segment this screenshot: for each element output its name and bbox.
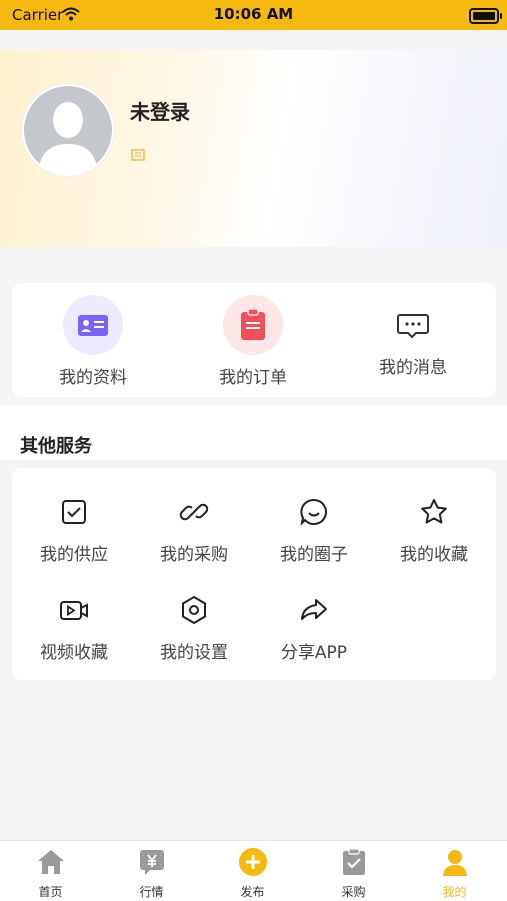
tab-market-label: 行情 — [139, 885, 164, 899]
service-item-video-favorites-label: 视频收藏 — [40, 643, 108, 663]
quick-item-orders-label: 我的订单 — [219, 368, 287, 388]
service-item-share-label: 分享APP — [280, 643, 348, 663]
avatar[interactable] — [22, 84, 114, 176]
service-item-settings-label: 我的设置 — [160, 643, 228, 663]
login-status-name[interactable]: 未登录 — [130, 96, 190, 125]
tab-mine-label: 我的 — [442, 885, 467, 899]
service-item-supply-label: 我的供应 — [40, 545, 108, 565]
settings-hex-icon — [182, 595, 206, 625]
home-icon — [37, 850, 64, 874]
service-item-favorites-label: 我的收藏 — [400, 545, 468, 565]
battery-icon — [469, 8, 502, 24]
tab-purchase-label: 采购 — [341, 885, 366, 899]
quick-item-orders[interactable]: 我的订单 — [173, 295, 333, 388]
tab-home-label: 首页 — [38, 885, 63, 899]
share-arrow-icon — [301, 599, 327, 620]
quick-item-messages[interactable]: 我的消息 — [333, 295, 493, 378]
tab-home[interactable]: 首页 — [0, 847, 101, 900]
market-yen-icon — [139, 850, 164, 875]
purchase-clipboard-icon — [342, 848, 365, 875]
chat-bubble-icon — [383, 295, 443, 355]
service-item-supply[interactable]: 我的供应 — [14, 496, 134, 565]
status-bar: Carrier 10:06 AM — [0, 0, 507, 30]
link-icon — [179, 503, 209, 521]
publish-plus-icon — [238, 848, 267, 876]
user-icon — [442, 850, 467, 876]
tab-bar: 首页 行情 发布 采购 我的 — [0, 840, 507, 901]
quick-item-messages-label: 我的消息 — [379, 358, 447, 378]
services-card: 我的供应 我的采购 我的圈子 我的收藏 视频收藏 我的设置 分享APP — [12, 468, 496, 680]
video-icon — [60, 601, 88, 620]
service-item-purchase[interactable]: 我的采购 — [134, 496, 254, 565]
checkbox-icon — [62, 500, 86, 524]
quick-item-profile[interactable]: 我的资料 — [13, 295, 173, 388]
quick-actions-card: 我的资料 我的订单 我的消息 — [12, 283, 496, 397]
default-avatar-icon — [24, 86, 112, 174]
service-item-share[interactable]: 分享APP — [254, 594, 374, 663]
service-item-circle-label: 我的圈子 — [280, 545, 348, 565]
service-item-favorites[interactable]: 我的收藏 — [374, 496, 494, 565]
member-level-icon — [131, 149, 145, 161]
tab-publish[interactable]: 发布 — [202, 847, 303, 900]
service-item-video-favorites[interactable]: 视频收藏 — [14, 594, 134, 663]
tab-publish-label: 发布 — [240, 885, 265, 899]
service-item-circle[interactable]: 我的圈子 — [254, 496, 374, 565]
smile-chat-icon — [300, 498, 327, 527]
clipboard-icon — [223, 295, 283, 355]
tab-mine[interactable]: 我的 — [404, 847, 505, 900]
tab-purchase[interactable]: 采购 — [303, 847, 404, 900]
service-item-purchase-label: 我的采购 — [160, 545, 228, 565]
profile-card-icon — [63, 295, 123, 355]
clock: 10:06 AM — [213, 5, 294, 23]
quick-item-profile-label: 我的资料 — [59, 368, 127, 388]
star-icon — [421, 499, 447, 524]
tab-market[interactable]: 行情 — [101, 847, 202, 900]
section-title: 其他服务 — [20, 436, 92, 457]
service-item-settings[interactable]: 我的设置 — [134, 594, 254, 663]
